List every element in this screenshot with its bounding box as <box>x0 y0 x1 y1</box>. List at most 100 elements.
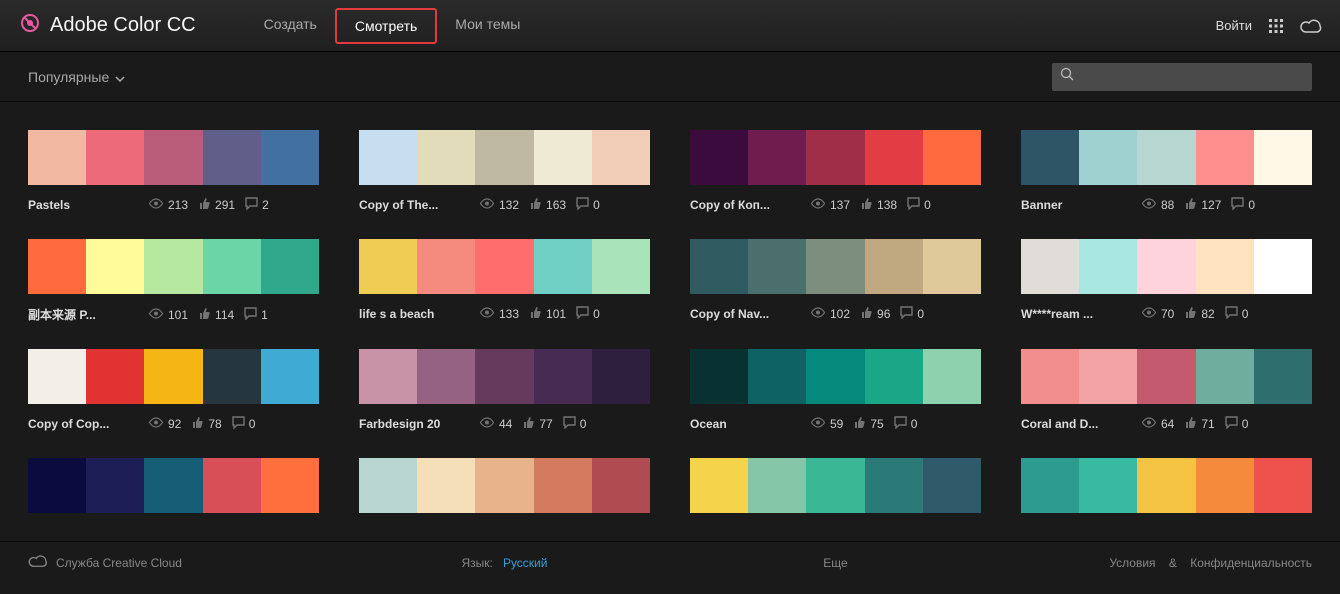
comments-stat-count: 0 <box>911 417 918 431</box>
views-stat-count: 44 <box>499 417 512 431</box>
theme-card[interactable]: Banner881270 <box>1021 130 1312 213</box>
creative-cloud-icon[interactable] <box>1300 18 1322 34</box>
theme-title: Banner <box>1021 198 1131 212</box>
color-swatch <box>1137 130 1195 185</box>
header-right: Войти <box>1216 18 1322 34</box>
swatch-row <box>359 458 650 513</box>
swatch-row <box>690 349 981 404</box>
footer-more[interactable]: Еще <box>823 556 847 570</box>
theme-card[interactable]: Copy of Коп...1371380 <box>690 130 981 213</box>
search-box[interactable] <box>1052 63 1312 91</box>
color-swatch <box>865 349 923 404</box>
search-input[interactable] <box>1074 69 1304 84</box>
likes-stat: 291 <box>198 197 235 213</box>
color-swatch <box>534 458 592 513</box>
sort-dropdown[interactable]: Популярные <box>28 69 125 85</box>
comments-stat-icon <box>576 306 589 322</box>
theme-title: Copy of The... <box>359 198 469 212</box>
views-stat-count: 213 <box>168 198 188 212</box>
theme-meta: Copy of The...1321630 <box>359 197 650 213</box>
theme-meta: life s a beach1331010 <box>359 306 650 322</box>
theme-meta: W****ream ...70820 <box>1021 306 1312 322</box>
color-swatch <box>1021 239 1079 294</box>
views-stat-count: 59 <box>830 417 843 431</box>
color-swatch <box>1137 239 1195 294</box>
login-link[interactable]: Войти <box>1216 18 1252 33</box>
color-swatch <box>592 239 650 294</box>
adobe-color-logo-icon <box>18 11 42 40</box>
brand: Adobe Color CC <box>18 11 196 40</box>
nav-item-1[interactable]: Смотреть <box>335 8 437 44</box>
theme-card[interactable] <box>28 458 319 513</box>
theme-card[interactable]: Copy of Cop...92780 <box>28 349 319 432</box>
views-stat: 59 <box>810 417 843 431</box>
color-swatch <box>144 458 202 513</box>
color-swatch <box>748 458 806 513</box>
nav-item-2[interactable]: Мои темы <box>437 8 538 44</box>
likes-stat: 114 <box>198 307 234 323</box>
filter-bar: Популярные <box>0 52 1340 102</box>
color-swatch <box>144 239 202 294</box>
theme-card[interactable]: Farbdesign 2044770 <box>359 349 650 432</box>
theme-card[interactable]: W****ream ...70820 <box>1021 239 1312 323</box>
color-swatch <box>806 349 864 404</box>
footer-cc-link[interactable]: Служба Creative Cloud <box>56 556 182 570</box>
color-swatch <box>475 130 533 185</box>
theme-title: Ocean <box>690 417 800 431</box>
color-swatch <box>203 458 261 513</box>
views-stat-icon <box>148 308 164 322</box>
color-swatch <box>865 130 923 185</box>
theme-card[interactable]: Coral and D...64710 <box>1021 349 1312 432</box>
swatch-row <box>1021 458 1312 513</box>
theme-meta: Ocean59750 <box>690 416 981 432</box>
likes-stat-icon <box>1184 306 1197 322</box>
theme-card[interactable]: Copy of Nav...102960 <box>690 239 981 323</box>
color-swatch <box>923 458 981 513</box>
theme-card[interactable] <box>690 458 981 513</box>
theme-card[interactable]: Pastels2132912 <box>28 130 319 213</box>
theme-meta: Copy of Cop...92780 <box>28 416 319 432</box>
swatch-row <box>1021 239 1312 294</box>
views-stat-icon <box>1141 307 1157 321</box>
footer-privacy[interactable]: Конфиденциальность <box>1190 556 1312 570</box>
color-swatch <box>690 349 748 404</box>
likes-stat-icon <box>522 416 535 432</box>
search-icon <box>1060 67 1074 86</box>
theme-card[interactable]: life s a beach1331010 <box>359 239 650 323</box>
theme-meta: Copy of Коп...1371380 <box>690 197 981 213</box>
comments-stat-count: 1 <box>261 308 268 322</box>
theme-card[interactable]: 副本来源 P...1011141 <box>28 239 319 323</box>
swatch-row <box>359 349 650 404</box>
nav-item-0[interactable]: Создать <box>246 8 335 44</box>
theme-card[interactable] <box>359 458 650 513</box>
likes-stat-count: 291 <box>215 198 235 212</box>
footer-terms[interactable]: Условия <box>1109 556 1155 570</box>
swatch-row <box>359 239 650 294</box>
theme-card[interactable]: Ocean59750 <box>690 349 981 432</box>
comments-stat: 0 <box>894 416 918 432</box>
theme-title: Pastels <box>28 198 138 212</box>
swatch-row <box>1021 349 1312 404</box>
theme-meta: 副本来源 P...1011141 <box>28 306 319 323</box>
likes-stat-count: 138 <box>877 198 897 212</box>
color-swatch <box>1079 349 1137 404</box>
likes-stat-icon <box>860 306 873 322</box>
color-swatch <box>28 130 86 185</box>
color-swatch <box>28 349 86 404</box>
views-stat-icon <box>148 417 164 431</box>
color-swatch <box>1196 239 1254 294</box>
theme-title: Copy of Cop... <box>28 417 138 431</box>
theme-card[interactable] <box>1021 458 1312 513</box>
color-swatch <box>417 458 475 513</box>
color-swatch <box>475 239 533 294</box>
comments-stat-icon <box>563 416 576 432</box>
apps-grid-icon[interactable] <box>1268 18 1284 34</box>
likes-stat-icon <box>853 416 866 432</box>
color-swatch <box>28 239 86 294</box>
comments-stat-icon <box>1231 197 1244 213</box>
footer-lang-value[interactable]: Русский <box>503 556 548 570</box>
comments-stat: 0 <box>907 197 931 213</box>
likes-stat-icon <box>529 197 542 213</box>
theme-card[interactable]: Copy of The...1321630 <box>359 130 650 213</box>
views-stat-icon <box>148 198 164 212</box>
